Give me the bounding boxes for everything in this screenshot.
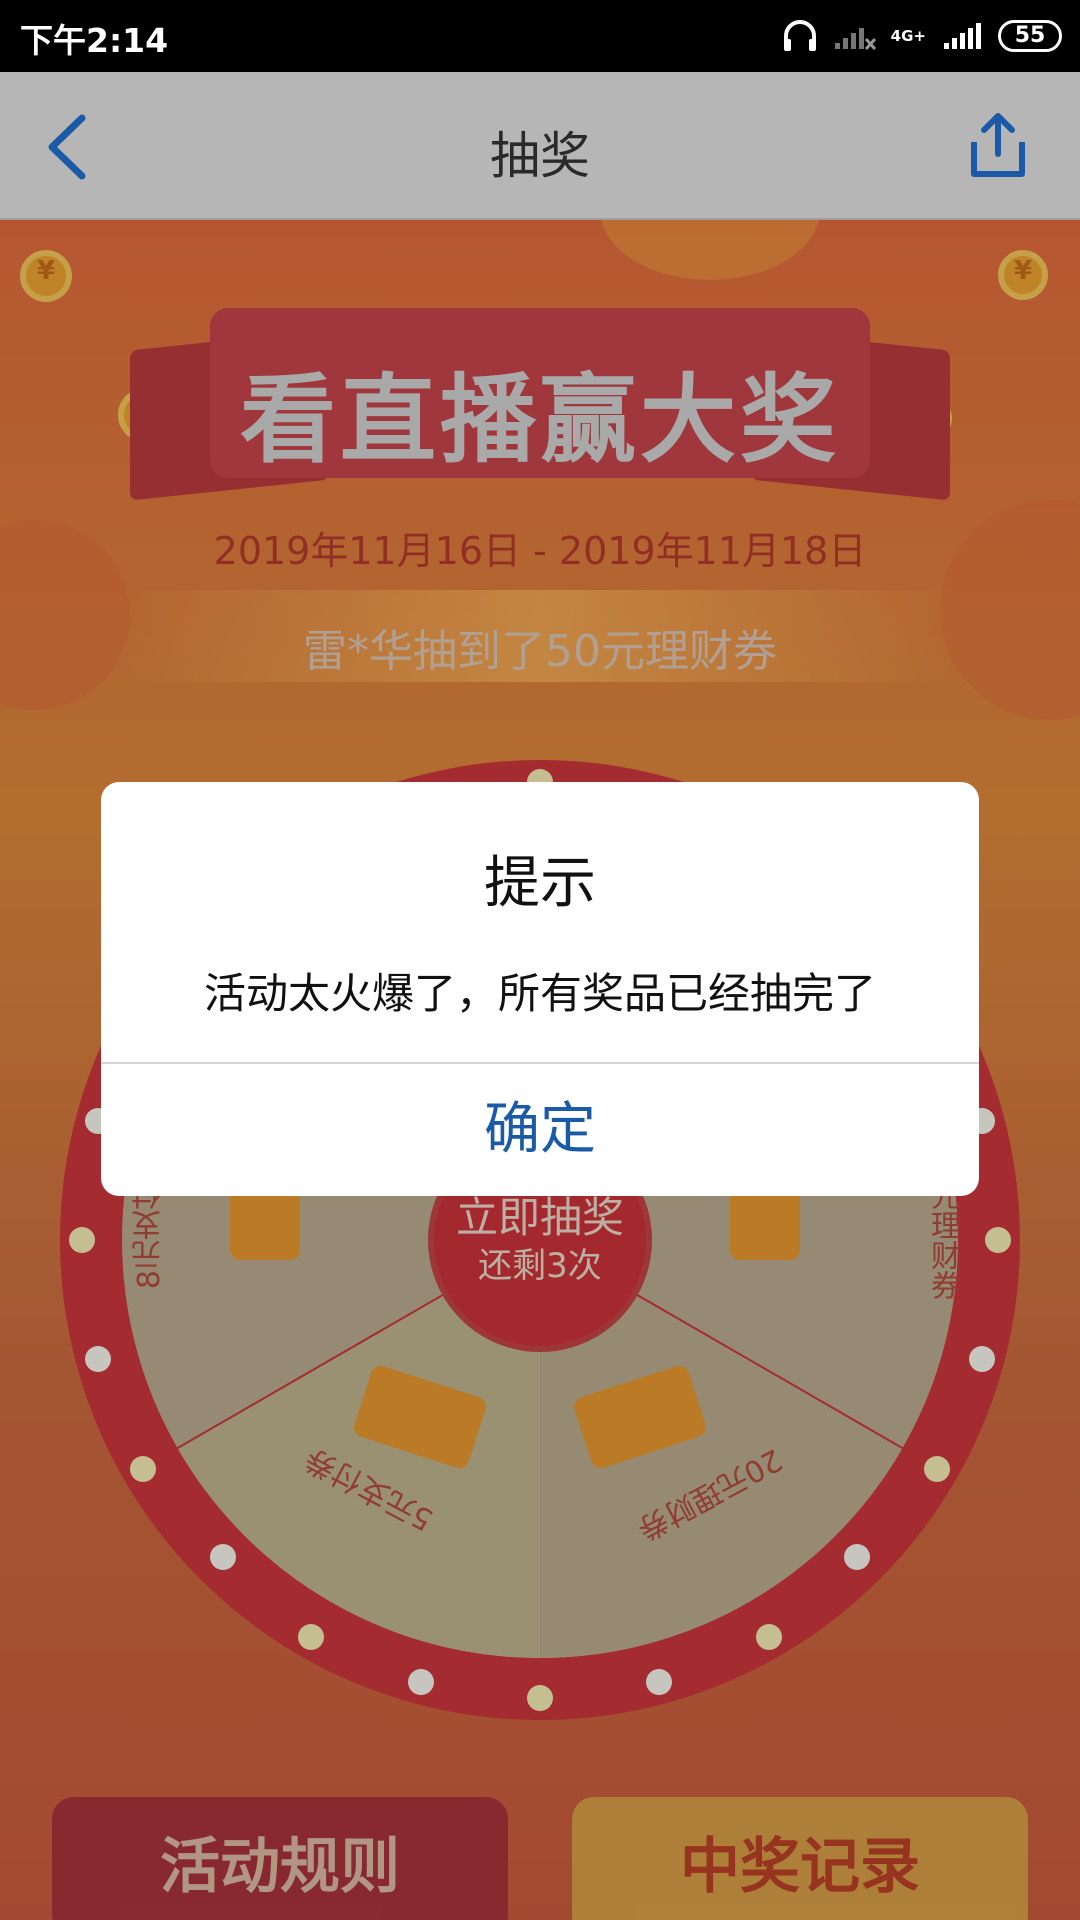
nav-bar: 抽奖 bbox=[0, 72, 1080, 220]
status-bar: 下午2:14 4G+ 55 bbox=[0, 0, 1080, 72]
dialog-title: 提示 bbox=[484, 851, 596, 916]
dialog-message: 活动太火爆了，所有奖品已经抽完了 bbox=[203, 969, 876, 1018]
status-time: 下午2:14 bbox=[20, 21, 169, 60]
battery-icon: 55 bbox=[998, 20, 1062, 52]
headset-icon bbox=[783, 20, 816, 51]
confirm-button[interactable]: 确定 bbox=[101, 1064, 979, 1196]
signal-icon bbox=[944, 23, 981, 49]
share-icon[interactable] bbox=[966, 110, 1030, 180]
alert-dialog: 提示 活动太火爆了，所有奖品已经抽完了 确定 bbox=[101, 782, 979, 1196]
page-title: 抽奖 bbox=[490, 127, 590, 185]
status-icons: 4G+ 55 bbox=[781, 14, 1062, 58]
network-type: 4G+ bbox=[890, 26, 926, 45]
signal-off-icon bbox=[834, 28, 876, 51]
